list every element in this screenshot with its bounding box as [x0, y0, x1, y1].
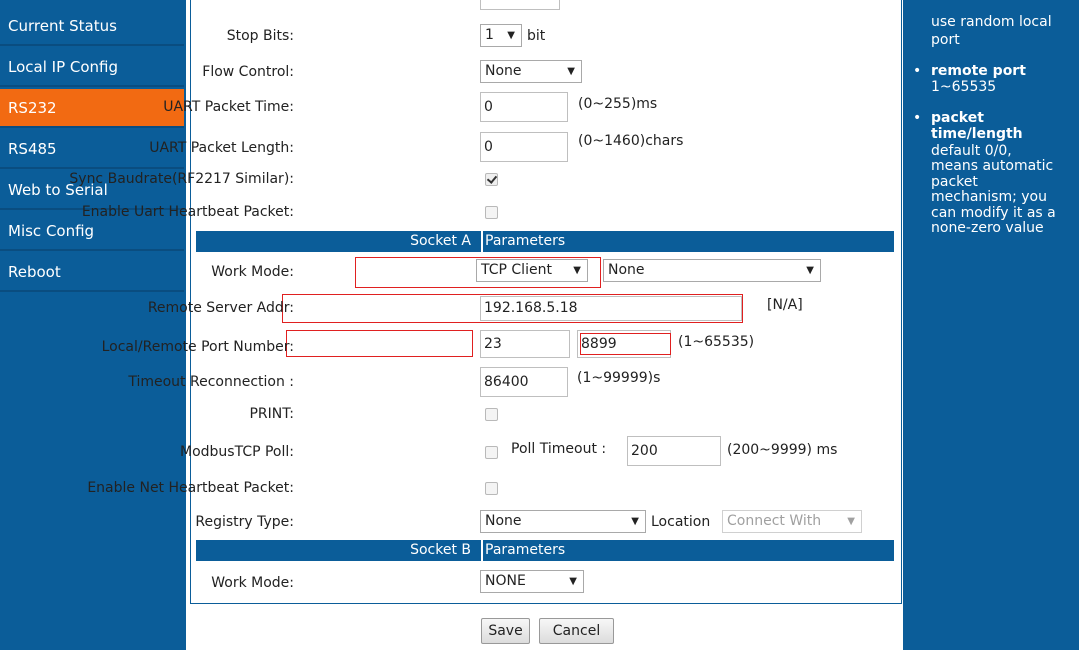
modbus-poll-checkbox[interactable] [485, 446, 498, 459]
work-mode-b-label: Work Mode: [211, 575, 294, 591]
uart-packet-length-label: UART Packet Length: [149, 140, 294, 156]
nav-local-ip-config[interactable]: Local IP Config [0, 48, 184, 87]
chevron-down-icon: ▼ [806, 265, 814, 276]
registry-type-value: None [485, 513, 522, 529]
help-packet-title-1: packet [931, 111, 984, 126]
net-heartbeat-label: Enable Net Heartbeat Packet: [87, 480, 294, 496]
chevron-down-icon: ▼ [507, 30, 515, 41]
help-line: packet [931, 174, 978, 190]
help-remote-port-title: remote port [931, 64, 1026, 79]
work-mode-label: Work Mode: [211, 264, 294, 280]
help-line: none-zero value [931, 220, 1044, 236]
highlight-remote-port-label [286, 330, 473, 357]
work-mode-value: TCP Client [481, 262, 552, 278]
help-line: means automatic [931, 158, 1054, 174]
socket-b-header: Socket B Parameters [196, 540, 894, 561]
work-mode-b-value: NONE [485, 573, 526, 589]
stop-bits-unit: bit [527, 28, 546, 44]
chevron-down-icon: ▼ [631, 516, 639, 527]
bullet-icon: • [913, 110, 922, 126]
chevron-down-icon: ▼ [567, 66, 575, 77]
socket-b-parameters: Parameters [481, 540, 565, 561]
sync-baudrate-checkbox[interactable] [485, 173, 498, 186]
remote-server-status: [N/A] [767, 297, 803, 313]
help-packet-bold-1: packet [931, 110, 984, 126]
nav-current-status[interactable]: Current Status [0, 7, 184, 46]
net-heartbeat-checkbox[interactable] [485, 482, 498, 495]
uart-packet-time-input[interactable]: 0 [480, 92, 568, 122]
cutoff-field[interactable] [480, 0, 560, 10]
help-line: default 0/0, [931, 143, 1012, 159]
remote-server-label: Remote Server Addr: [147, 300, 294, 316]
help-line: use random local [931, 14, 1052, 30]
stop-bits-value: 1 [485, 27, 494, 43]
remote-server-input[interactable]: 192.168.5.18 [480, 296, 742, 321]
poll-timeout-hint: (200~9999) ms [727, 442, 838, 458]
registry-type-label: Registry Type: [195, 514, 294, 530]
chevron-down-icon: ▼ [847, 516, 855, 527]
nav-reboot[interactable]: Reboot [0, 253, 184, 292]
port-number-label: Local/Remote Port Number: [101, 339, 294, 355]
modbus-poll-label: ModbusTCP Poll: [180, 444, 294, 460]
location-label: Location [651, 514, 711, 530]
help-remote-port-bold: remote port [931, 63, 1026, 79]
socket-a-parameters: Parameters [481, 231, 565, 252]
socket-b-title: Socket B [410, 542, 471, 558]
poll-timeout-input[interactable]: 200 [627, 436, 721, 466]
timeout-reconnect-hint: (1~99999)s [577, 370, 661, 386]
registry-type-select[interactable]: None ▼ [480, 510, 646, 533]
location-value: Connect With [727, 513, 822, 529]
stop-bits-select[interactable]: 1 ▼ [480, 24, 522, 47]
flow-control-label: Flow Control: [202, 64, 294, 80]
help-line: mechanism; you [931, 189, 1047, 205]
bullet-icon: • [913, 63, 922, 79]
cancel-button[interactable]: Cancel [539, 618, 614, 644]
uart-heartbeat-label: Enable Uart Heartbeat Packet: [81, 204, 294, 220]
socket-a-title: Socket A [410, 233, 471, 249]
help-packet-bold-2: time/length [931, 126, 1023, 142]
chevron-down-icon: ▼ [569, 576, 577, 587]
work-mode-secondary-value: None [608, 262, 645, 278]
flow-control-select[interactable]: None ▼ [480, 60, 582, 83]
print-label: PRINT: [249, 406, 294, 422]
chevron-down-icon: ▼ [573, 265, 581, 276]
help-panel: use random local port • remote port 1~65… [903, 0, 1079, 650]
poll-timeout-label: Poll Timeout : [511, 441, 607, 457]
uart-heartbeat-checkbox[interactable] [485, 206, 498, 219]
nav-rs232[interactable]: RS232 [0, 89, 184, 128]
timeout-reconnect-label: Timeout Reconnection : [128, 374, 294, 390]
flow-control-value: None [485, 63, 522, 79]
socket-a-header: Socket A Parameters [196, 231, 894, 252]
work-mode-select[interactable]: TCP Client ▼ [476, 259, 588, 282]
stop-bits-label: Stop Bits: [226, 28, 294, 44]
help-line: can modify it as a [931, 205, 1056, 221]
uart-packet-time-label: UART Packet Time: [163, 99, 294, 115]
uart-packet-length-input[interactable]: 0 [480, 132, 568, 162]
settings-panel: Stop Bits: 1 ▼ bit Flow Control: None ▼ UA… [69, 0, 902, 604]
help-packet-title-2: time/length [931, 127, 1023, 142]
uart-packet-time-hint: (0~255)ms [578, 96, 658, 112]
work-mode-secondary-select[interactable]: None ▼ [603, 259, 821, 282]
location-select: Connect With ▼ [722, 510, 862, 533]
sidebar: Current Status Local IP Config RS232 RS4… [0, 0, 186, 650]
save-button[interactable]: Save [481, 618, 530, 644]
highlight-remote-port [580, 333, 671, 355]
uart-packet-length-hint: (0~1460)chars [578, 133, 684, 149]
help-line: port [931, 32, 960, 48]
sync-baudrate-label: Sync Baudrate(RF2217 Similar): [69, 171, 294, 187]
local-port-input[interactable]: 23 [480, 330, 570, 358]
print-checkbox[interactable] [485, 408, 498, 421]
timeout-reconnect-input[interactable]: 86400 [480, 367, 568, 397]
work-mode-b-select[interactable]: NONE ▼ [480, 570, 584, 593]
help-remote-port-range: 1~65535 [931, 79, 997, 95]
port-number-hint: (1~65535) [678, 334, 755, 350]
